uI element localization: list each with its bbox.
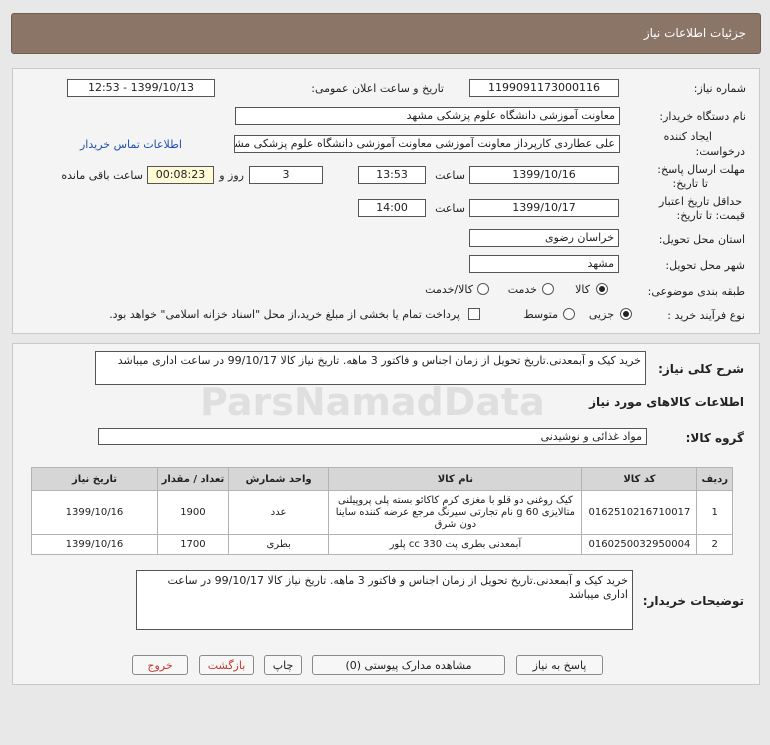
need-number-label: شماره نیاز: bbox=[693, 82, 746, 95]
process-label: نوع فرآیند خرید : bbox=[667, 309, 745, 322]
contact-buyer-link[interactable]: اطلاعات تماس خریدار bbox=[80, 138, 182, 151]
table-row[interactable]: 2 0160250032950004 آبمعدنی بطری پت 330 c… bbox=[31, 534, 733, 555]
city-label: شهر محل تحویل: bbox=[665, 259, 745, 272]
cell-row: 1 bbox=[696, 490, 733, 535]
province-field: خراسان رضوی bbox=[469, 229, 619, 247]
need-number-field: 1199091173000116 bbox=[469, 79, 619, 97]
buyer-field: معاونت آموزشی دانشگاه علوم پزشکی مشهد bbox=[235, 107, 620, 125]
remaining-time-field: 00:08:23 bbox=[147, 166, 214, 184]
goods-group-field: مواد غذائی و نوشیدنی bbox=[98, 428, 647, 445]
creator-label-1: ایجاد کننده bbox=[663, 130, 712, 143]
category-goods-label: کالا bbox=[575, 283, 590, 296]
deadline-label-2: تا تاریخ: bbox=[672, 177, 708, 190]
watermark-brand: ParsNamadData bbox=[200, 380, 545, 424]
cell-name: آبمعدنی بطری پت 330 cc پلور bbox=[328, 534, 583, 555]
creator-label-2: درخواست: bbox=[695, 145, 745, 158]
category-goods-radio[interactable] bbox=[596, 283, 608, 295]
province-label: استان محل تحویل: bbox=[658, 233, 745, 246]
goods-info-title: اطلاعات کالاهای مورد نیاز bbox=[589, 395, 744, 409]
description-field: خرید کیک و آبمعدنی.تاریخ تحویل از زمان ا… bbox=[95, 351, 646, 385]
back-button[interactable]: بازگشت bbox=[199, 655, 254, 675]
print-button[interactable]: چاپ bbox=[264, 655, 302, 675]
goods-table-header: ردیف کد کالا نام کالا واحد شمارش تعداد /… bbox=[31, 467, 733, 491]
days-field: 3 bbox=[249, 166, 323, 184]
col-date: تاریخ نیاز bbox=[31, 467, 158, 491]
col-code: کد کالا bbox=[581, 467, 698, 491]
col-name: نام کالا bbox=[328, 467, 583, 491]
process-minor-radio[interactable] bbox=[620, 308, 632, 320]
cell-qty: 1900 bbox=[156, 490, 229, 535]
days-label: روز و bbox=[219, 169, 244, 182]
announce-field: 1399/10/13 - 12:53 bbox=[67, 79, 215, 97]
remaining-label: ساعت باقی مانده bbox=[61, 169, 143, 182]
deadline-date-field: 1399/10/16 bbox=[469, 166, 619, 184]
reply-button[interactable]: پاسخ به نیاز bbox=[516, 655, 603, 675]
validity-label-1: حداقل تاریخ اعتبار bbox=[658, 195, 742, 208]
goods-table: ردیف کد کالا نام کالا واحد شمارش تعداد /… bbox=[31, 467, 733, 555]
treasury-payment-checkbox[interactable] bbox=[468, 308, 480, 320]
table-row[interactable]: 1 0162510216710017 کیک روغنی دو قلو با م… bbox=[31, 490, 733, 535]
validity-time-field: 14:00 bbox=[358, 199, 426, 217]
category-service-radio[interactable] bbox=[542, 283, 554, 295]
city-field: مشهد bbox=[469, 255, 619, 273]
category-goods-service-radio[interactable] bbox=[477, 283, 489, 295]
exit-button[interactable]: خروج bbox=[132, 655, 188, 675]
deadline-time-field: 13:53 bbox=[358, 166, 426, 184]
validity-label-2: قیمت: تا تاریخ: bbox=[676, 209, 745, 222]
deadline-label-1: مهلت ارسال پاسخ: bbox=[657, 163, 745, 176]
category-goods-service-label: کالا/خدمت bbox=[425, 283, 473, 296]
cell-code: 0160250032950004 bbox=[581, 534, 698, 555]
cell-unit: عدد bbox=[227, 490, 330, 535]
category-label: طبقه بندی موضوعی: bbox=[647, 285, 745, 298]
view-attachments-button[interactable]: مشاهده مدارک پیوستی (0) bbox=[312, 655, 505, 675]
description-label: شرح کلی نیاز: bbox=[658, 362, 744, 376]
cell-row: 2 bbox=[696, 534, 733, 555]
validity-date-field: 1399/10/17 bbox=[469, 199, 619, 217]
validity-time-label: ساعت bbox=[435, 202, 465, 215]
goods-group-label: گروه کالا: bbox=[685, 431, 744, 445]
cell-date: 1399/10/16 bbox=[31, 490, 158, 535]
col-qty: تعداد / مقدار bbox=[156, 467, 229, 491]
cell-date: 1399/10/16 bbox=[31, 534, 158, 555]
deadline-time-label: ساعت bbox=[435, 169, 465, 182]
process-minor-label: جزیی bbox=[588, 308, 614, 321]
creator-field: علی عطاردی کارپرداز معاونت آموزشی معاونت… bbox=[234, 135, 620, 153]
category-service-label: خدمت bbox=[507, 283, 537, 296]
cell-name: کیک روغنی دو قلو با مغزی کرم کاکائو بسته… bbox=[328, 490, 583, 535]
page-header: جزئیات اطلاعات نیاز bbox=[11, 13, 761, 54]
cell-qty: 1700 bbox=[156, 534, 229, 555]
cell-unit: بطری bbox=[227, 534, 330, 555]
process-medium-radio[interactable] bbox=[563, 308, 575, 320]
col-row: ردیف bbox=[696, 467, 733, 491]
cell-code: 0162510216710017 bbox=[581, 490, 698, 535]
buyer-notes-field: خرید کیک و آبمعدنی.تاریخ تحویل از زمان ا… bbox=[136, 570, 633, 630]
buyer-label: نام دستگاه خریدار: bbox=[659, 110, 746, 123]
process-medium-label: متوسط bbox=[523, 308, 558, 321]
treasury-payment-note: پرداخت تمام یا بخشی از مبلغ خرید،از محل … bbox=[109, 308, 460, 321]
buyer-notes-label: توضیحات خریدار: bbox=[642, 594, 744, 608]
col-unit: واحد شمارش bbox=[227, 467, 330, 491]
announce-label: تاریخ و ساعت اعلان عمومی: bbox=[311, 82, 444, 95]
page-title: جزئیات اطلاعات نیاز bbox=[643, 26, 746, 40]
